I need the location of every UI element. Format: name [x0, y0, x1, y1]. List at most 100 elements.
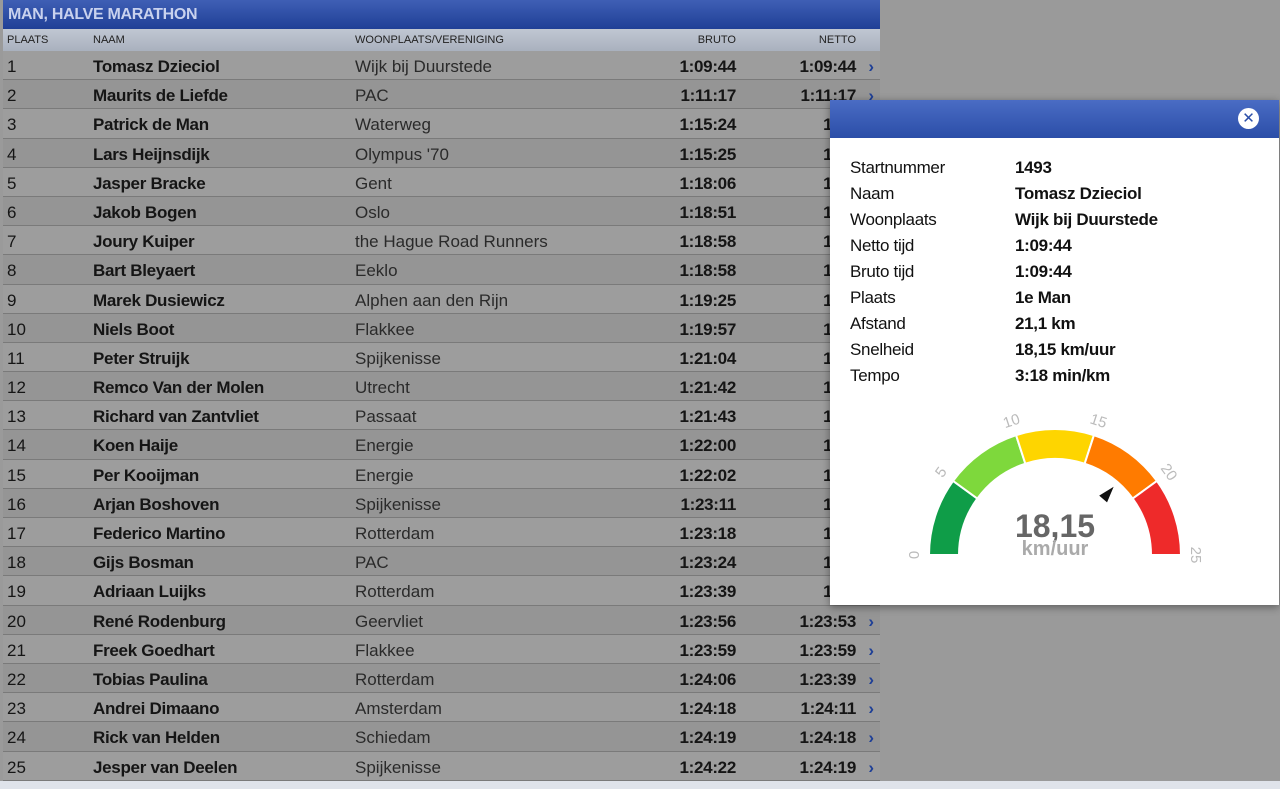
- gauge-tick-label: 25: [1187, 547, 1204, 564]
- cell-naam: Patrick de Man: [93, 115, 209, 135]
- gauge-band: [1014, 428, 1096, 465]
- cell-netto: 1:23:59: [799, 640, 857, 660]
- cell-naam: Joury Kuiper: [93, 232, 195, 252]
- table-row[interactable]: 12Remco Van der MolenUtrecht1:21:421:21›: [3, 372, 880, 402]
- header-woonplaats[interactable]: WOONPLAATS/VERENIGING: [355, 34, 504, 46]
- cell-plaats: 5: [7, 173, 17, 193]
- cell-naam: Niels Boot: [93, 319, 175, 339]
- info-value: 1493: [1015, 158, 1052, 177]
- results-title: MAN, HALVE MARATHON: [3, 0, 880, 29]
- cell-woonplaats: Alphen aan den Rijn: [355, 290, 509, 310]
- cell-plaats: 18: [7, 553, 26, 573]
- table-row[interactable]: 17Federico MartinoRotterdam1:23:181:23›: [3, 518, 880, 548]
- info-value: 1:09:44: [1015, 236, 1072, 255]
- table-row[interactable]: 19Adriaan LuijksRotterdam1:23:391:23›: [3, 576, 880, 606]
- cell-plaats: 1: [7, 57, 17, 76]
- table-row[interactable]: 21 Freek Goedhart Flakkee 1:23:59 1:23:59 ›: [3, 634, 880, 664]
- info-row: Tempo 3:18 min/km: [850, 366, 1250, 392]
- table-row[interactable]: 15Per KooijmanEnergie1:22:021:22›: [3, 459, 880, 489]
- gauge-tick-label: 5: [932, 464, 951, 481]
- cell-bruto: 1:23:18: [679, 524, 737, 543]
- cell-plaats: 11: [7, 348, 25, 368]
- cell-bruto: 1:18:06: [679, 173, 737, 193]
- close-icon[interactable]: ✕: [1238, 108, 1259, 129]
- cell-woonplaats: Spijkenisse: [355, 348, 441, 368]
- info-label: Afstand: [850, 314, 906, 333]
- table-row[interactable]: 23 Andrei Dimaano Amsterdam 1:24:18 1:24:11 ›: [3, 693, 880, 723]
- cell-woonplaats: PAC: [355, 86, 389, 106]
- runner-detail-popup: ✕ Startnummer 1493 Naam Tomasz Dzieciol Woon…: [830, 100, 1279, 605]
- table-row[interactable]: 14Koen HaijeEnergie1:22:001:22›: [3, 430, 880, 460]
- cell-woonplaats: Rotterdam: [355, 669, 435, 689]
- cell-naam: Richard van Zantvliet: [93, 407, 259, 427]
- cell-naam: Jasper Bracke: [93, 173, 206, 193]
- table-row[interactable]: 24 Rick van Helden Schiedam 1:24:19 1:24:18 ›: [3, 722, 880, 752]
- chevron-right-icon[interactable]: ›: [868, 758, 874, 778]
- header-plaats[interactable]: PLAATS: [7, 34, 48, 46]
- info-value: 3:18 min/km: [1015, 366, 1110, 385]
- header-bruto[interactable]: BRUTO: [698, 34, 736, 46]
- header-netto[interactable]: NETTO: [819, 34, 856, 46]
- gauge-tick-label: 15: [1088, 411, 1109, 432]
- cell-naam: Per Kooijman: [93, 465, 199, 485]
- cell-bruto: 1:24:19: [679, 728, 737, 748]
- chevron-right-icon[interactable]: ›: [868, 612, 874, 632]
- cell-bruto: 1:15:25: [679, 144, 737, 164]
- info-row: Naam Tomasz Dzieciol: [850, 184, 1250, 210]
- table-row[interactable]: 10Niels BootFlakkee1:19:571:19›: [3, 313, 880, 343]
- cell-plaats: 20: [7, 611, 26, 631]
- cell-woonplaats: Energie: [355, 436, 414, 456]
- chevron-right-icon[interactable]: ›: [868, 728, 874, 748]
- table-row[interactable]: 8Bart BleyaertEeklo1:18:581:18›: [3, 255, 880, 285]
- info-row: Woonplaats Wijk bij Duurstede: [850, 210, 1250, 236]
- info-label: Naam: [850, 184, 895, 203]
- cell-plaats: 7: [7, 232, 17, 252]
- info-label: Bruto tijd: [850, 262, 915, 281]
- cell-naam: Rick van Helden: [93, 728, 220, 748]
- cell-plaats: 10: [7, 319, 26, 339]
- info-row: Startnummer 1493: [850, 158, 1250, 184]
- info-label: Netto tijd: [850, 236, 915, 255]
- cell-naam: Arjan Boshoven: [93, 494, 220, 514]
- table-row[interactable]: 18Gijs BosmanPAC1:23:241:23›: [3, 547, 880, 577]
- cell-naam: Gijs Bosman: [93, 553, 194, 573]
- table-row[interactable]: 25 Jesper van Deelen Spijkenisse 1:24:22 1:2…: [3, 751, 880, 781]
- table-row[interactable]: 7 Joury Kuiper the Hague Road Runners 1:18:…: [3, 226, 880, 256]
- table-row[interactable]: 22 Tobias Paulina Rotterdam 1:24:06 1:23:39 ›: [3, 663, 880, 694]
- table-row[interactable]: 1 Tomasz Dzieciol Wijk bij Duurstede 1:09:4…: [3, 51, 880, 81]
- cell-naam: Tobias Paulina: [93, 669, 208, 689]
- table-row[interactable]: 20 René Rodenburg Geervliet 1:23:56 1:23:53 ›: [3, 605, 880, 635]
- table-row[interactable]: 4Lars HeijnsdijkOlympus '701:15:251:15›: [3, 138, 880, 168]
- table-row[interactable]: 11Peter StruijkSpijkenisse1:21:041:21›: [3, 342, 880, 373]
- cell-naam: Remco Van der Molen: [93, 378, 264, 398]
- table-row[interactable]: 2 Maurits de Liefde PAC 1:11:17 1:11:17 ›: [3, 80, 880, 110]
- table-row[interactable]: 5Jasper BrackeGent1:18:061:18›: [3, 167, 880, 197]
- cell-naam: Bart Bleyaert: [93, 261, 195, 281]
- table-row[interactable]: 9 Marek Dusiewicz Alphen aan den Rijn 1:19:…: [3, 284, 880, 314]
- cell-woonplaats: Oslo: [355, 202, 390, 222]
- cell-naam: Tomasz Dzieciol: [93, 57, 220, 76]
- cell-woonplaats: Utrecht: [355, 378, 410, 398]
- info-row: Snelheid 18,15 km/uur: [850, 340, 1250, 366]
- chevron-right-icon[interactable]: ›: [868, 57, 874, 77]
- cell-bruto: 1:23:56: [679, 611, 737, 631]
- chevron-right-icon[interactable]: ›: [868, 699, 874, 719]
- cell-naam: Andrei Dimaano: [93, 699, 220, 719]
- chevron-right-icon[interactable]: ›: [868, 670, 874, 690]
- table-row[interactable]: 13Richard van ZantvlietPassaat1:21:431:2…: [3, 401, 880, 431]
- chevron-right-icon[interactable]: ›: [868, 641, 874, 661]
- header-naam[interactable]: NAAM: [93, 34, 125, 46]
- cell-bruto: 1:24:22: [679, 757, 737, 777]
- cell-woonplaats: Rotterdam: [355, 582, 435, 602]
- cell-woonplaats: Waterweg: [355, 115, 431, 135]
- table-row[interactable]: 3Patrick de ManWaterweg1:15:241:15›: [3, 109, 880, 139]
- table-row[interactable]: 6Jakob BogenOslo1:18:511:18›: [3, 196, 880, 227]
- cell-woonplaats: Spijkenisse: [355, 494, 441, 514]
- info-row: Afstand 21,1 km: [850, 314, 1250, 340]
- cell-woonplaats: Rotterdam: [355, 524, 435, 543]
- cell-naam: Jesper van Deelen: [93, 757, 238, 777]
- gauge-pointer: [1099, 486, 1114, 503]
- cell-netto: 1:23:53: [799, 611, 857, 631]
- cell-woonplaats: PAC: [355, 553, 389, 573]
- table-row[interactable]: 16Arjan BoshovenSpijkenisse1:23:111:23›: [3, 488, 880, 518]
